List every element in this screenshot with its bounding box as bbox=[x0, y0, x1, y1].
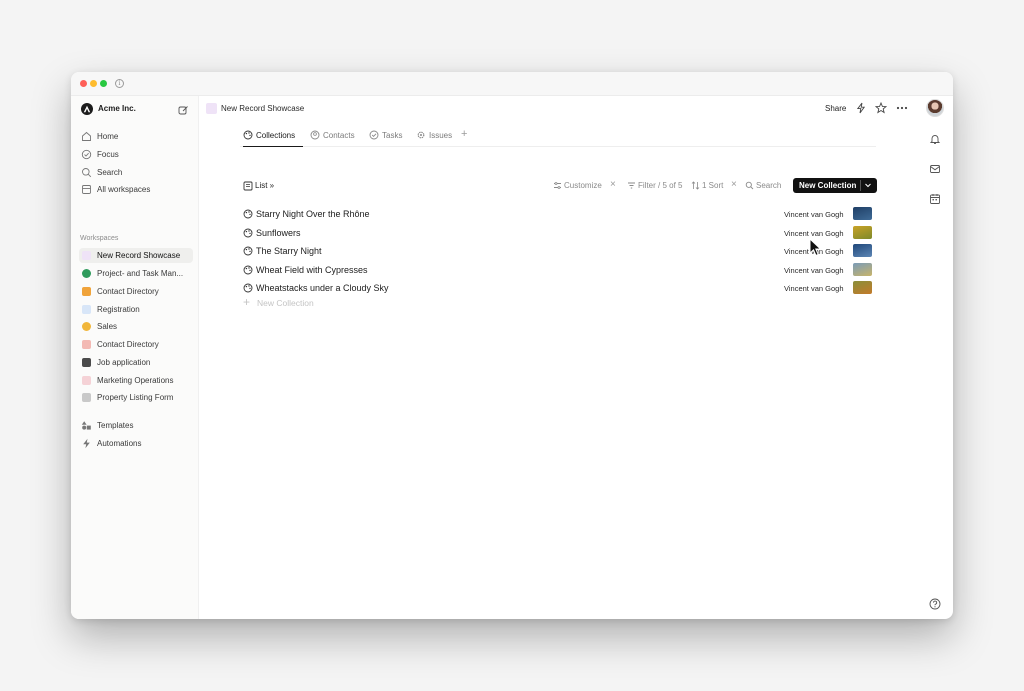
sparkle-icon bbox=[82, 251, 91, 260]
megaphone-icon bbox=[82, 376, 91, 385]
sidebar-item-sales[interactable]: Sales bbox=[79, 319, 193, 334]
check-circle-icon bbox=[369, 130, 379, 140]
chevron-down-icon[interactable] bbox=[864, 181, 872, 189]
row-artist: Vincent van Gogh bbox=[784, 265, 844, 275]
mouse-cursor-icon bbox=[809, 238, 822, 257]
gear-icon bbox=[417, 131, 425, 139]
mail-icon[interactable] bbox=[929, 163, 941, 175]
title-bar: i bbox=[71, 72, 953, 96]
zoom-window-button[interactable] bbox=[100, 80, 107, 87]
bolt-outline-icon[interactable] bbox=[855, 102, 867, 114]
help-icon[interactable] bbox=[929, 598, 941, 610]
nav-templates[interactable]: Templates bbox=[79, 418, 193, 433]
page-title: New Record Showcase bbox=[221, 104, 305, 113]
app-window: i Acme Inc. Home Focus Search All worksp bbox=[71, 72, 953, 619]
focus-icon bbox=[81, 149, 92, 160]
artwork-thumbnail[interactable] bbox=[853, 281, 872, 294]
list-item[interactable]: The Starry NightVincent van Gogh bbox=[241, 243, 875, 260]
coin-icon bbox=[82, 322, 91, 331]
sidebar-item-contact-directory-2[interactable]: Contact Directory bbox=[79, 337, 193, 352]
templates-icon bbox=[81, 421, 91, 430]
palette-icon bbox=[243, 130, 253, 140]
list-item[interactable]: Starry Night Over the Rhône Vincent van G… bbox=[241, 206, 875, 223]
sidebar-item-new-record-showcase[interactable]: New Record Showcase bbox=[79, 248, 193, 263]
nav-focus[interactable]: Focus bbox=[79, 147, 193, 162]
nav-all-workspaces[interactable]: All workspaces bbox=[79, 182, 193, 197]
close-window-button[interactable] bbox=[80, 80, 87, 87]
tab-bar: Collections Contacts Tasks Issues + bbox=[240, 124, 876, 147]
row-title: Sunflowers bbox=[256, 227, 301, 238]
workspace-switcher[interactable]: Acme Inc. bbox=[81, 102, 189, 118]
bolt-icon bbox=[83, 438, 90, 449]
list-item[interactable]: Wheatstacks under a Cloudy Sky Vincent va… bbox=[241, 280, 875, 297]
palette-icon bbox=[243, 209, 253, 219]
workspace-name: Acme Inc. bbox=[98, 104, 136, 113]
check-badge-icon bbox=[82, 269, 91, 278]
list-item[interactable]: Sunflowers Vincent van Gogh bbox=[241, 225, 875, 242]
clear-sort-icon[interactable]: × bbox=[731, 179, 737, 190]
search-icon bbox=[82, 168, 92, 178]
sidebar-item-project-task[interactable]: Project- and Task Man... bbox=[79, 266, 193, 281]
search-icon bbox=[745, 181, 754, 190]
artwork-thumbnail[interactable] bbox=[853, 244, 872, 257]
list-view-icon bbox=[243, 181, 253, 191]
nav-search[interactable]: Search bbox=[79, 165, 193, 180]
row-artist: Vincent van Gogh bbox=[784, 228, 844, 238]
customize-button[interactable]: Customize bbox=[553, 181, 602, 190]
acme-logo-icon bbox=[81, 103, 93, 115]
palette-icon bbox=[243, 283, 253, 293]
row-artist: Vincent van Gogh bbox=[784, 284, 844, 293]
calendar-icon[interactable] bbox=[929, 193, 941, 205]
sort-button[interactable]: 1 Sort bbox=[691, 181, 723, 190]
form-icon bbox=[82, 305, 91, 314]
compose-icon[interactable] bbox=[178, 103, 189, 121]
contact-circle-icon bbox=[310, 130, 320, 140]
tab-collections[interactable]: Collections bbox=[243, 129, 303, 147]
row-title: The Starry Night bbox=[256, 246, 322, 256]
palette-icon bbox=[243, 246, 253, 256]
bell-icon[interactable] bbox=[929, 133, 941, 145]
list-item[interactable]: Wheat Field with Cypresses Vincent van Go… bbox=[241, 262, 875, 279]
sidebar-item-contact-directory[interactable]: Contact Directory bbox=[79, 284, 193, 299]
filter-button[interactable]: Filter / 5 of 5 bbox=[627, 181, 682, 190]
sidebar-item-property-listing[interactable]: Property Listing Form bbox=[79, 390, 193, 405]
more-options-icon[interactable] bbox=[896, 102, 908, 114]
filter-icon bbox=[628, 182, 635, 189]
row-title: Starry Night Over the Rhône bbox=[256, 209, 370, 219]
clear-customize-icon[interactable]: × bbox=[610, 179, 616, 190]
sidebar-item-registration[interactable]: Registration bbox=[79, 302, 193, 317]
sidebar-item-job-application[interactable]: Job application bbox=[79, 355, 193, 370]
nav-home[interactable]: Home bbox=[79, 129, 193, 144]
artwork-thumbnail[interactable] bbox=[853, 262, 872, 276]
sort-icon bbox=[691, 181, 700, 190]
workspaces-section-label: Workspaces bbox=[80, 235, 119, 242]
palette-icon bbox=[243, 265, 253, 274]
sliders-icon bbox=[554, 182, 561, 189]
sidebar: Acme Inc. Home Focus Search All workspac… bbox=[71, 96, 199, 619]
minimize-window-button[interactable] bbox=[90, 80, 97, 87]
search-button[interactable]: Search bbox=[745, 181, 781, 190]
share-button[interactable]: Share bbox=[825, 104, 846, 113]
sparkle-icon bbox=[206, 103, 217, 114]
home-icon bbox=[82, 131, 91, 141]
nav-automations[interactable]: Automations bbox=[79, 436, 193, 451]
avatar[interactable] bbox=[926, 99, 944, 117]
star-icon[interactable] bbox=[875, 102, 887, 114]
workspaces-icon bbox=[82, 185, 91, 194]
row-artist: Vincent van Gogh bbox=[784, 210, 844, 219]
artwork-thumbnail[interactable] bbox=[853, 207, 872, 220]
plus-icon: + bbox=[243, 295, 251, 309]
new-collection-button[interactable]: New Collection bbox=[793, 178, 877, 193]
info-icon[interactable]: i bbox=[115, 79, 124, 88]
briefcase-icon bbox=[82, 358, 91, 367]
row-title: Wheatstacks under a Cloudy Sky bbox=[256, 283, 389, 293]
add-tab-button[interactable]: + bbox=[461, 128, 467, 140]
row-title: Wheat Field with Cypresses bbox=[256, 264, 368, 275]
building-icon bbox=[82, 393, 91, 402]
person-icon bbox=[82, 340, 91, 349]
artwork-thumbnail[interactable] bbox=[853, 225, 872, 239]
contact-card-icon bbox=[82, 287, 91, 296]
sidebar-item-marketing-operations[interactable]: Marketing Operations bbox=[79, 373, 193, 388]
palette-icon bbox=[243, 228, 253, 237]
